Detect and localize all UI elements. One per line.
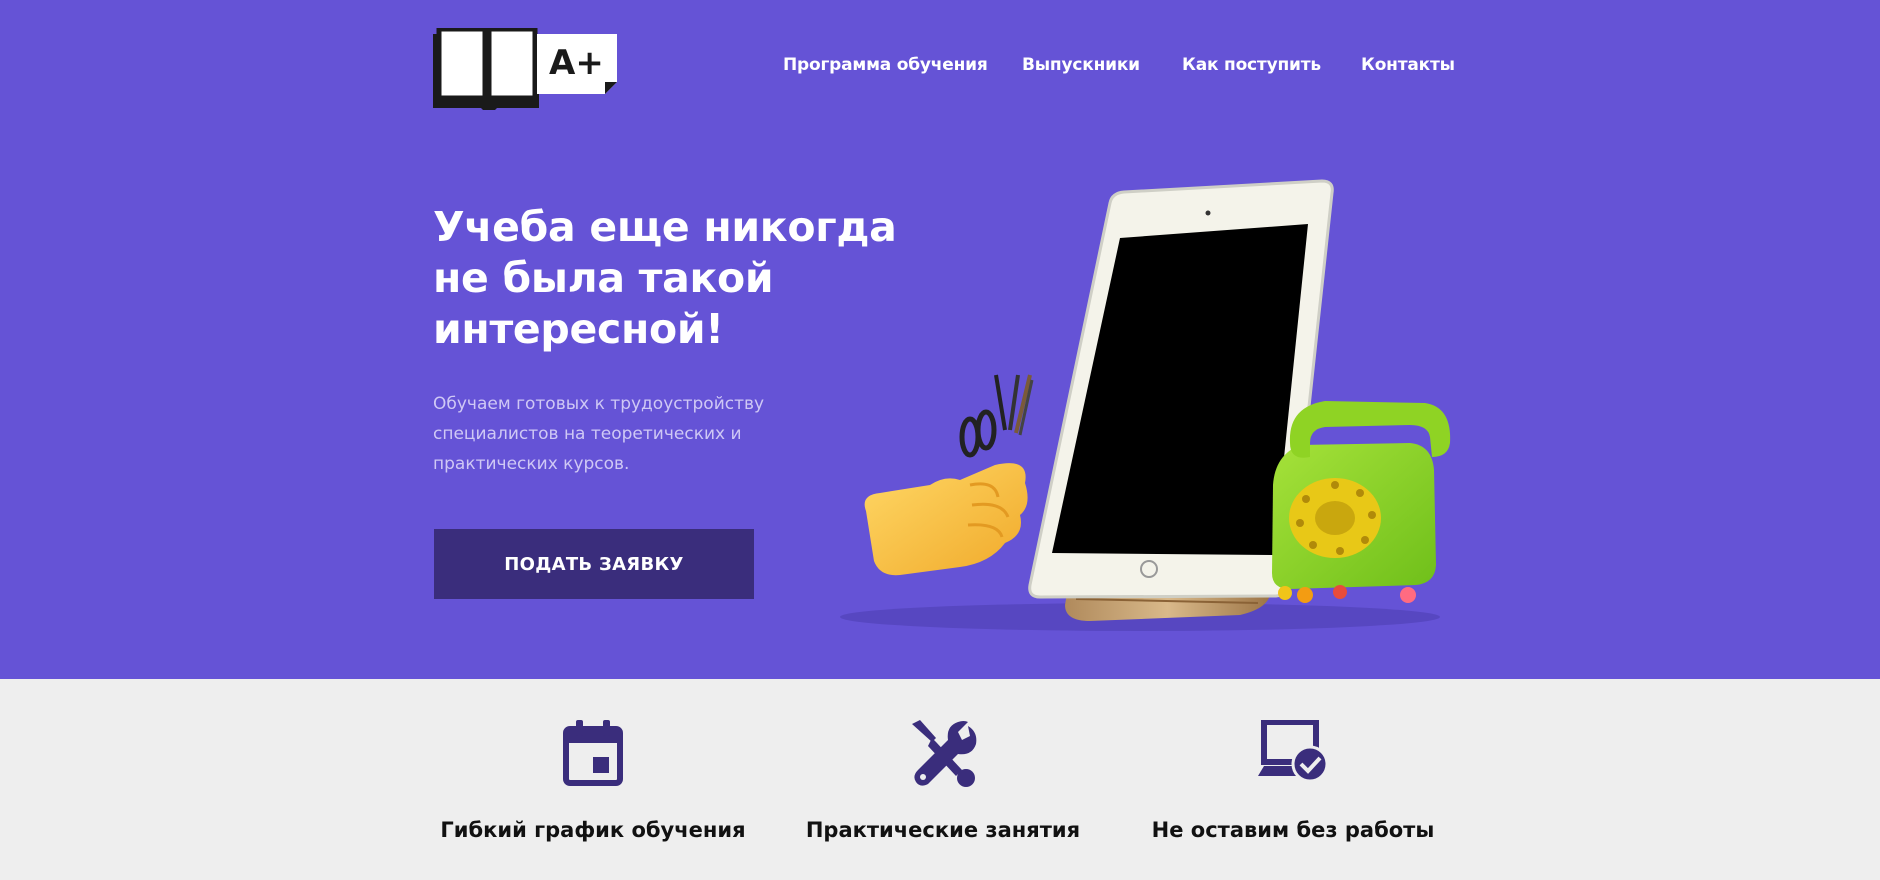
- feature-job-guarantee: Не оставим без работы: [1113, 720, 1473, 842]
- hero-description: Обучаем готовых к трудоустройству специа…: [433, 389, 765, 479]
- tools-icon: [912, 720, 977, 787]
- feature-practical-lessons: Практические занятия: [763, 720, 1123, 842]
- logo-text: A+: [549, 43, 604, 83]
- nav-item-program[interactable]: Программа обучения: [783, 55, 988, 75]
- nav-item-contacts[interactable]: Контакты: [1361, 55, 1455, 75]
- hero-section: A+ Программа обучения Выпускники Как пос…: [0, 0, 1880, 679]
- calendar-icon: [563, 720, 623, 786]
- hero-illustration: [840, 179, 1451, 631]
- nav-item-graduates[interactable]: Выпускники: [1022, 55, 1140, 75]
- hero-description-line: Обучаем готовых к трудоустройству: [433, 394, 765, 414]
- feature-title: Практические занятия: [805, 818, 1081, 842]
- telephone-figure: [1272, 401, 1451, 589]
- hero-description-line: специалистов на теоретических и: [433, 424, 742, 444]
- nav-item-admission[interactable]: Как поступить: [1182, 55, 1321, 75]
- feature-flexible-schedule: Гибкий график обучения: [413, 720, 773, 842]
- hero-description-line: практических курсов.: [433, 454, 630, 474]
- feature-title: Гибкий график обучения: [440, 818, 746, 842]
- logo-icon[interactable]: A+: [433, 28, 618, 110]
- feature-title: Не оставим без работы: [1151, 818, 1435, 842]
- apply-button[interactable]: ПОДАТЬ ЗАЯВКУ: [434, 529, 754, 599]
- laptop-check-icon: [1258, 720, 1328, 783]
- hand-figure: [864, 374, 1034, 576]
